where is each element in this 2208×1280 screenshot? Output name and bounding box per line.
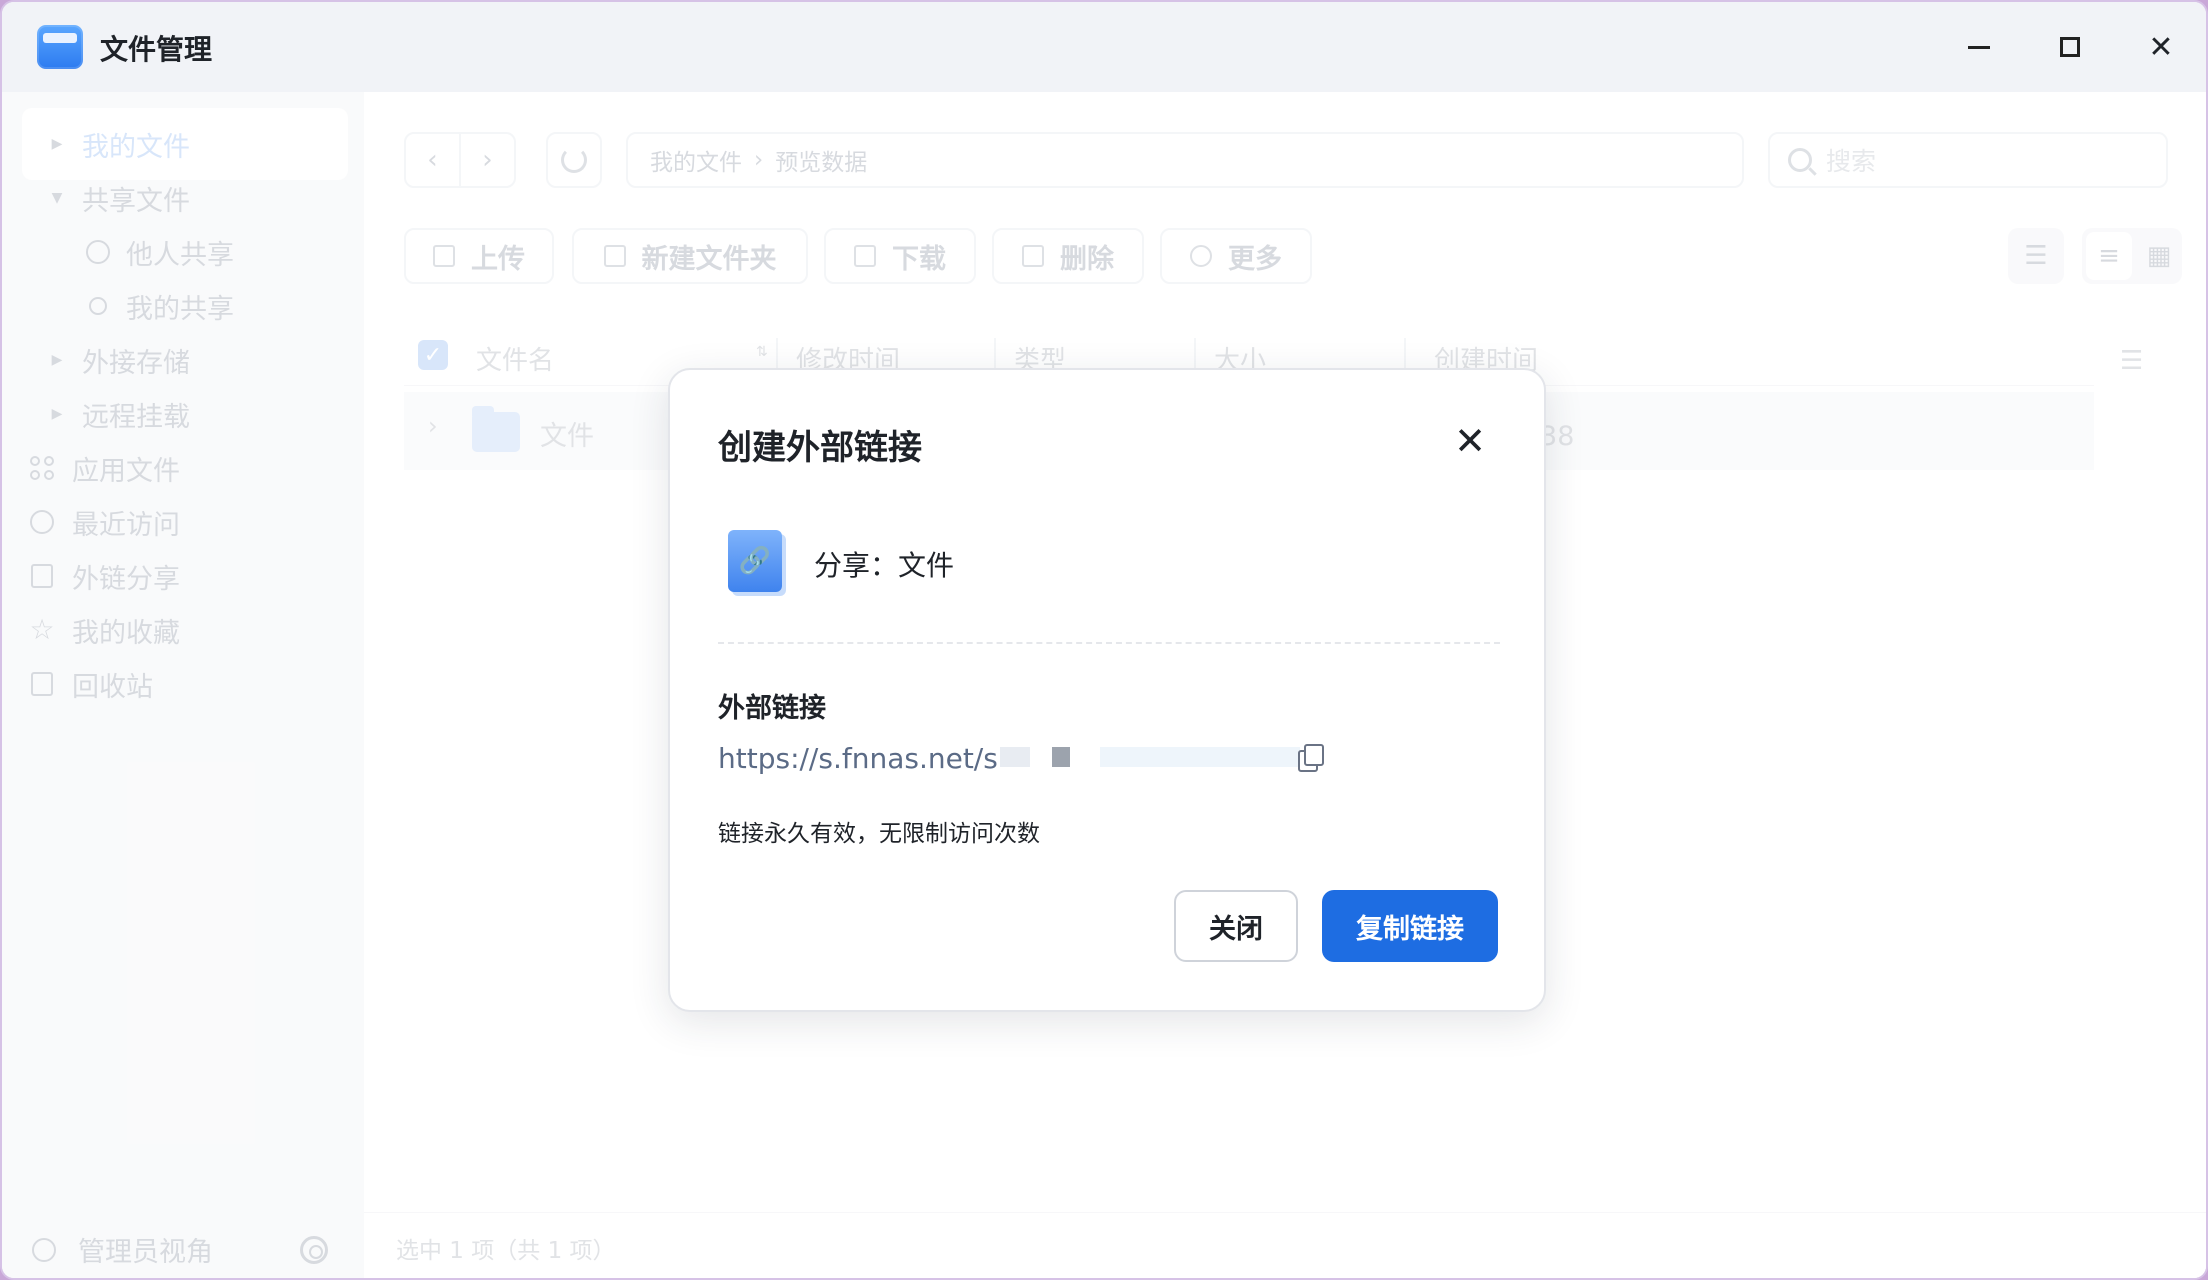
divider	[718, 642, 1500, 644]
redacted-segment	[1000, 747, 1030, 767]
dialog-close-button[interactable]: ✕	[1452, 422, 1488, 460]
dialog-title: 创建外部链接	[718, 428, 922, 468]
copy-link-button[interactable]: 复制链接	[1322, 890, 1498, 962]
close-icon: ✕	[1454, 419, 1486, 463]
create-external-link-dialog: 创建外部链接 ✕ 🔗 分享：文件 外部链接 https://s.fnnas.ne…	[668, 368, 1546, 1012]
app-title: 文件管理	[100, 33, 213, 66]
external-link-url[interactable]: https://s.fnnas.net/s	[718, 742, 998, 775]
close-button[interactable]: 关闭	[1174, 890, 1298, 962]
redacted-segment	[1100, 747, 1300, 767]
maximize-button[interactable]	[2047, 24, 2093, 70]
close-window-button[interactable]: ✕	[2138, 24, 2184, 70]
link-icon: 🔗	[728, 530, 782, 592]
external-link-heading: 外部链接	[718, 693, 826, 724]
minimize-icon	[1968, 45, 1990, 49]
maximize-icon	[2060, 37, 2080, 57]
minimize-button[interactable]	[1956, 24, 2002, 70]
app-window: 文件管理 ✕ ▶ 我的文件 ▼ 共享文件 他人共享 我的共享 ▶ 外接存储 ▶ …	[0, 0, 2208, 1280]
copy-icon[interactable]	[1298, 744, 1324, 772]
share-target-label: 分享：文件	[814, 549, 955, 582]
redacted-segment	[1052, 747, 1070, 767]
close-icon: ✕	[2148, 29, 2174, 65]
title-bar: 文件管理 ✕	[2, 2, 2206, 92]
link-validity-text: 链接永久有效，无限制访问次数	[718, 821, 1040, 847]
file-manager-app-icon	[37, 25, 83, 69]
